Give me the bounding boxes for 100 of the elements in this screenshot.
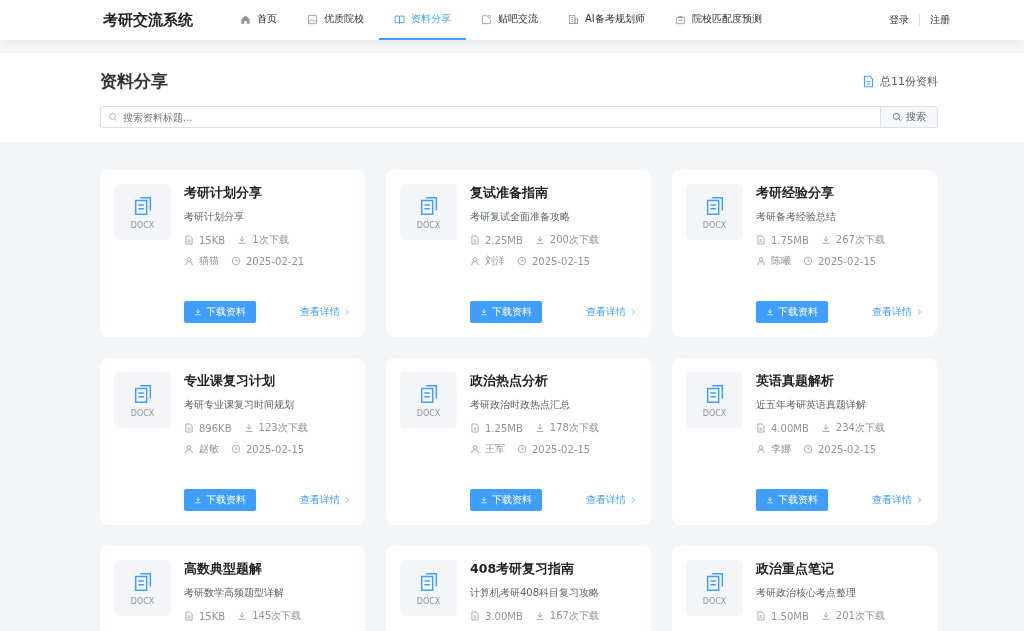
download-count-text: 145次下载 [252,609,302,623]
download-icon [243,423,254,433]
file-icon [184,423,194,433]
search-button[interactable]: 搜索 [881,106,938,128]
upload-date: 2025-02-15 [818,443,877,455]
clock-icon [231,444,241,454]
download-button[interactable]: 下载资料 [184,489,256,511]
site-logo-text[interactable]: 考研交流系统 [103,10,193,30]
download-count-text: 200次下载 [549,233,599,247]
download-button[interactable]: 下载资料 [756,301,828,323]
file-type-label: DOCX [416,220,441,230]
resource-description: 考研政治时政热点汇总 [470,398,571,412]
download-count-text: 167次下载 [549,609,599,623]
author-name: 王军 [485,442,505,456]
resource-description: 考研复试全面准备攻略 [470,210,571,224]
chevron-right-icon [915,308,923,316]
user-icon [184,444,194,454]
chat-bubble-icon [481,13,492,25]
download-icon [820,423,831,433]
search-field[interactable]: 搜索资料标题... [100,106,881,128]
clock-icon [517,444,527,454]
author-name: 李娜 [771,442,791,456]
download-icon [820,235,831,245]
file-type-label: DOCX [702,596,727,606]
search-icon [108,112,118,122]
resource-description: 计算机考研408科目复习攻略 [470,586,600,600]
login-link[interactable]: 登录 [889,13,909,27]
file-size-text: 4.00MB [771,422,809,434]
download-count-text: 123次下载 [258,421,308,435]
download-icon [534,611,545,621]
file-size-text: 2.25MB [485,234,523,246]
nav-tab[interactable]: AI备考规划师 [553,0,660,40]
file-size-text: 1.75MB [771,234,809,246]
resource-description: 考研计划分享 [184,210,245,224]
view-details-link[interactable]: 查看详情 [586,305,637,319]
file-icon [756,423,766,433]
page-title: 资料分享 [100,69,168,93]
download-icon [534,423,545,433]
download-count-text: 234次下载 [835,421,885,435]
upload-date: 2025-02-15 [532,255,591,267]
nav-tab[interactable]: 院校匹配度预测 [659,0,777,40]
download-count-text: 201次下载 [835,609,885,623]
nav-tab[interactable]: 首页 [225,0,292,40]
resource-title: 高数典型题解 [184,561,263,578]
download-button[interactable]: 下载资料 [470,301,542,323]
home-icon [240,13,251,25]
resource-title: 政治热点分析 [470,373,549,390]
file-type-label: DOCX [130,220,155,230]
nav-tab[interactable]: 贴吧交流 [466,0,553,40]
user-icon [470,444,480,454]
download-icon [237,611,248,621]
document-icon [862,74,875,88]
file-size-text: 896KB [199,422,232,434]
nav-tab[interactable]: 优质院校 [292,0,379,40]
resource-description: 考研专业课复习时间规划 [184,398,295,412]
author-name: 猫猫 [199,254,219,268]
chevron-right-icon [343,308,351,316]
view-details-link[interactable]: 查看详情 [872,493,923,507]
clock-icon [231,256,241,266]
download-button[interactable]: 下载资料 [470,489,542,511]
file-icon [470,235,480,245]
author-name: 陈曦 [771,254,791,268]
resource-title: 专业课复习计划 [184,373,276,390]
download-count-text: 267次下载 [835,233,885,247]
resource-description: 考研备考经验总结 [756,210,837,224]
download-icon [534,235,545,245]
view-details-link[interactable]: 查看详情 [586,493,637,507]
file-type-label: DOCX [702,220,727,230]
download-button[interactable]: 下载资料 [184,301,256,323]
download-icon [766,496,774,504]
download-button[interactable]: 下载资料 [756,489,828,511]
clock-icon [803,256,813,266]
resource-title: 考研经验分享 [756,185,835,202]
register-link[interactable]: 注册 [930,13,950,27]
file-type-label: DOCX [416,596,441,606]
clock-icon [803,444,813,454]
chevron-right-icon [629,496,637,504]
download-icon [480,308,488,316]
file-size-text: 15KB [199,234,226,246]
upload-date: 2025-02-15 [246,443,305,455]
user-icon [184,256,194,266]
file-icon [756,611,766,621]
view-details-link[interactable]: 查看详情 [300,493,351,507]
file-size-text: 15KB [199,610,226,622]
view-details-link[interactable]: 查看详情 [300,305,351,319]
file-icon [470,423,480,433]
view-details-link[interactable]: 查看详情 [872,305,923,319]
user-icon [756,256,766,266]
resource-description: 近五年考研英语真题详解 [756,398,867,412]
resource-description: 考研数学高频题型详解 [184,586,285,600]
chevron-right-icon [343,496,351,504]
building-icon [568,13,579,25]
nav-tab[interactable]: 资料分享 [379,0,466,40]
file-icon [184,611,194,621]
file-icon [756,235,766,245]
file-size-text: 1.50MB [771,610,809,622]
resource-title: 考研计划分享 [184,185,263,202]
file-icon [470,611,480,621]
file-icon [184,235,194,245]
user-icon [470,256,480,266]
